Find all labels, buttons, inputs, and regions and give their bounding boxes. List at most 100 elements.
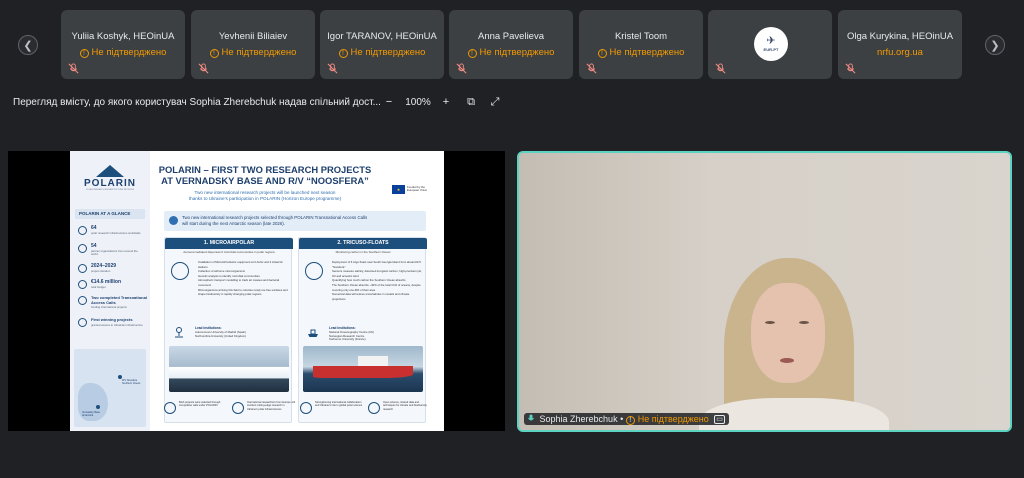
participant-org: nrfu.org.ua — [877, 47, 923, 58]
participant-name: Yuliia Koshyk, HEOinUA — [71, 31, 175, 42]
participant-tile[interactable]: Igor TARANOV, HEOinUA ! Не підтверджено — [320, 10, 444, 79]
lead-institutions: National Oceanography Centre (UK) Norweg… — [329, 330, 375, 342]
mic-off-icon — [68, 63, 79, 74]
mic-off-icon — [845, 63, 856, 74]
participant-status: ! Не підтверджено — [191, 47, 315, 58]
slide-subtitle: Two new international research projects … — [188, 190, 342, 201]
project-subheading: Monitoring carbon in the Southern Ocean — [335, 250, 391, 254]
eu-funding-text: Funded by the European Union — [407, 185, 428, 193]
stat-item: 64 polar research infrastructures worldwi… — [78, 225, 146, 241]
participant-name: Kristel Toom — [614, 31, 668, 42]
stat-item: First winning projects granted access to … — [78, 317, 146, 339]
speaker-status: Не підтверджено — [637, 414, 709, 424]
captions-icon[interactable]: ▭ — [714, 415, 725, 424]
chevron-left-icon[interactable]: ❮ — [18, 35, 38, 55]
calendar-icon — [78, 264, 87, 273]
mic-on-icon — [528, 414, 534, 421]
map-pin-icon — [96, 405, 100, 409]
book-icon — [368, 402, 380, 414]
speaker-name-tag: Sophia Zherebchuk • ! Не підтверджено ▭ — [524, 413, 729, 425]
participant-name: Igor TARANOV, HEOinUA — [327, 31, 437, 42]
euro-icon — [78, 280, 87, 289]
footer-item: International researchers from Europe wi… — [232, 399, 296, 421]
research-vessel-photo — [303, 346, 423, 392]
microscope-icon — [175, 327, 183, 338]
participant-status: ! Не підтверджено — [579, 47, 703, 58]
stat-item: 2024–2029 project duration — [78, 263, 146, 279]
checklist-icon — [78, 296, 87, 305]
mic-off-icon — [327, 63, 338, 74]
participant-status: ! Не підтверджено — [449, 47, 573, 58]
zoom-in-button[interactable]: + — [440, 96, 452, 108]
slide-footer: Both projects were selected through comp… — [158, 399, 442, 423]
warning-icon: ! — [338, 49, 348, 58]
share-toolbar: Перегляд вмісту, до якого користувач Sop… — [0, 96, 1024, 112]
participant-name: Yevhenii Biliaiev — [218, 31, 288, 42]
chevron-right-icon[interactable]: ❯ — [985, 35, 1005, 55]
handshake-icon — [300, 402, 312, 414]
polarin-logo: POLARIN POLAR RESEARCH INFRASTRUCTURE NE… — [83, 165, 137, 191]
antarctic-base-photo — [169, 346, 289, 392]
footer-item: Strengthening international collaboratio… — [300, 399, 364, 421]
glance-title: POLARIN AT A GLANCE — [75, 209, 145, 219]
participant-status: ! Не підтверджено — [320, 47, 444, 58]
project-bullets: Installation of MicroAirCollector equipm… — [198, 260, 288, 297]
antarctic-map: Vernadsky Base Antarctica R/V Noosfera S… — [74, 349, 146, 427]
speaker-eye — [765, 321, 775, 324]
mic-off-icon — [198, 63, 209, 74]
footer-item: Open science, shared data and techniques… — [368, 399, 432, 421]
mountain-icon — [96, 165, 124, 177]
mic-off-icon — [586, 63, 597, 74]
presentation-slide: POLARIN POLAR RESEARCH INFRASTRUCTURE NE… — [70, 151, 444, 431]
zoom-level: 100% — [405, 97, 431, 108]
warning-icon: ! — [209, 49, 219, 58]
warning-icon: ! — [597, 49, 607, 58]
mic-off-icon — [715, 63, 726, 74]
shared-content-area[interactable]: POLARIN POLAR RESEARCH INFRASTRUCTURE NE… — [8, 151, 505, 431]
lead-institutions: Autonomous University of Madrid (Spain) … — [195, 330, 246, 338]
speaker-mouth — [780, 358, 794, 363]
speaker-video-tile[interactable]: Sophia Zherebchuk • ! Не підтверджено ▭ — [517, 151, 1012, 432]
participant-tile[interactable]: Yevhenii Biliaiev ! Не підтверджено — [191, 10, 315, 79]
stat-item: €14.6 million total budget — [78, 279, 146, 295]
announcement-icon — [169, 216, 178, 225]
speaker-eye — [799, 321, 809, 324]
stat-item: Two completed Transnational Access Calls… — [78, 295, 147, 317]
ship-icon — [308, 329, 318, 337]
project-heading: 2. TRICUSO-FLOATS — [299, 238, 427, 249]
fit-to-window-icon[interactable]: ⧉ — [464, 96, 478, 109]
plane-icon: ✈ — [766, 35, 776, 47]
footer-item: Both projects were selected through comp… — [164, 399, 228, 421]
mic-off-icon — [456, 63, 467, 74]
expand-icon[interactable]: ⤢ — [489, 96, 501, 109]
slide-title: POLARIN – FIRST TWO RESEARCH PROJECTS AT… — [158, 164, 372, 186]
participant-tile[interactable]: Olga Kurykina, HEOinUA nrfu.org.ua — [838, 10, 962, 79]
slide-sidebar: POLARIN POLAR RESEARCH INFRASTRUCTURE NE… — [70, 151, 150, 431]
participant-tile[interactable]: Anna Pavelieva ! Не підтверджено — [449, 10, 573, 79]
participant-avatar-logo: ✈ EUR-PT — [754, 27, 788, 61]
participant-tile[interactable]: Kristel Toom ! Не підтверджено — [579, 10, 703, 79]
co2-icon — [305, 262, 323, 280]
warning-icon: ! — [625, 416, 635, 425]
slide-banner: Two new international research projects … — [164, 211, 426, 231]
participant-status: ! Не підтверджено — [61, 47, 185, 58]
participant-tile[interactable]: Yuliia Koshyk, HEOinUA ! Не підтверджено — [61, 10, 185, 79]
project-card: 2. TRICUSO-FLOATS Monitoring carbon in t… — [298, 237, 427, 423]
microbe-icon — [171, 262, 189, 280]
warning-icon: ! — [79, 49, 89, 58]
zoom-out-button[interactable]: − — [383, 96, 395, 108]
warning-icon: ! — [467, 49, 477, 58]
share-title: Перегляд вмісту, до якого користувач Sop… — [13, 97, 381, 108]
speaker-face — [751, 283, 825, 383]
target-icon — [164, 402, 176, 414]
ship-hull — [313, 366, 413, 378]
project-card: 1. MICROAIRPOLAR Aerosol-mediated disper… — [164, 237, 293, 423]
speaker-name: Sophia Zherebchuk — [539, 414, 618, 424]
participant-name: Anna Pavelieva — [477, 31, 545, 42]
project-subheading: Aerosol-mediated dispersal of microbial … — [183, 250, 275, 254]
participant-tile[interactable]: ✈ EUR-PT — [708, 10, 832, 79]
project-heading: 1. MICROAIRPOLAR — [165, 238, 293, 249]
participant-strip: ❮ Yuliia Koshyk, HEOinUA ! Не підтверджен… — [0, 10, 1024, 80]
eu-flag-icon: ★ — [392, 185, 405, 194]
participant-name: Olga Kurykina, HEOinUA — [846, 31, 954, 42]
